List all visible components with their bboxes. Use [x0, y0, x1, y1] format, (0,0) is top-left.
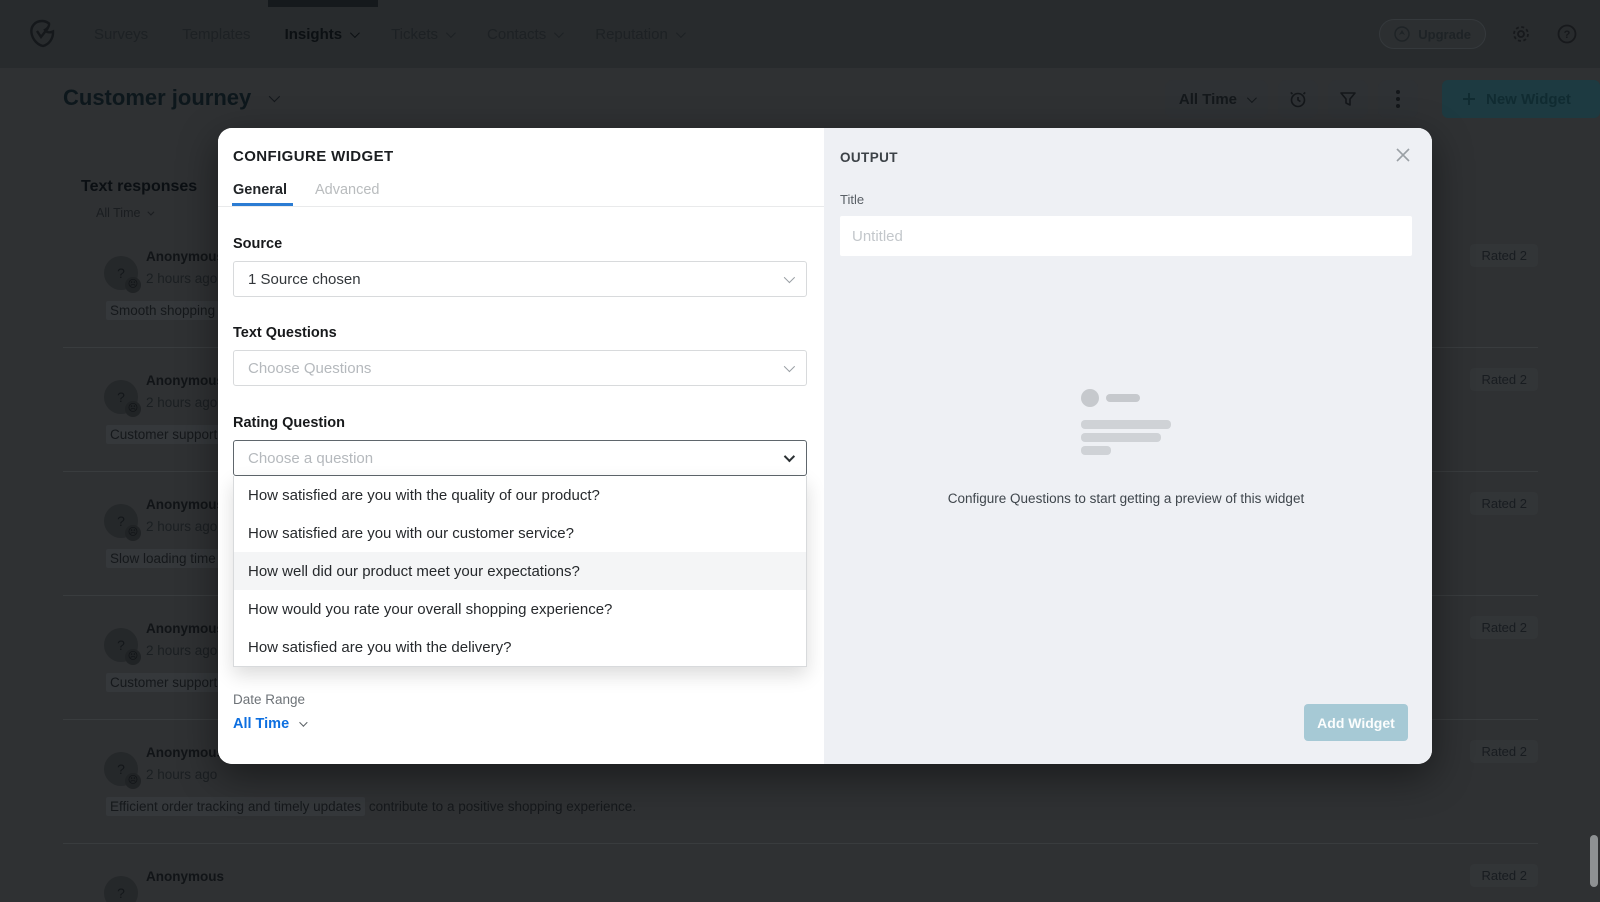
title-field-label: Title	[840, 192, 1412, 207]
sentiment-emoji-icon: ☹	[125, 773, 141, 789]
output-pane: OUTPUT Title Configure Questions to star…	[824, 128, 1432, 764]
avatar: ?	[104, 876, 138, 902]
response-text: Customer support	[106, 427, 221, 442]
schedule-button[interactable]	[1278, 80, 1318, 118]
svg-text:?: ?	[1564, 29, 1571, 41]
app-screen: Surveys Templates Insights Tickets Conta…	[0, 0, 1600, 902]
modal-tabs: General Advanced	[233, 182, 807, 206]
skeleton-bar	[1081, 433, 1161, 442]
rating-badge: Rated 2	[1470, 864, 1538, 887]
upgrade-button[interactable]: Upgrade	[1379, 19, 1486, 49]
rating-badge: Rated 2	[1470, 244, 1538, 267]
filter-button[interactable]	[1328, 80, 1368, 118]
settings-gear-icon[interactable]	[1510, 23, 1532, 45]
source-select[interactable]: 1 Source chosen	[233, 261, 807, 297]
panel-title: Text responses	[81, 178, 197, 196]
nav-right-controls: Upgrade ?	[1379, 0, 1578, 68]
output-title: OUTPUT	[840, 150, 1412, 165]
option-meet-expectations[interactable]: How well did our product meet your expec…	[234, 552, 806, 590]
nav-item-tickets[interactable]: Tickets	[391, 26, 453, 43]
tab-advanced[interactable]: Advanced	[315, 182, 380, 206]
source-label: Source	[233, 236, 807, 252]
chevron-down-icon	[784, 272, 795, 283]
option-delivery[interactable]: How satisfied are you with the delivery?	[234, 628, 806, 666]
chevron-down-icon	[784, 451, 795, 462]
chevron-down-icon	[299, 718, 307, 726]
row-divider	[63, 843, 1538, 844]
modal-title: CONFIGURE WIDGET	[233, 148, 807, 165]
page-title: Customer journey	[63, 85, 251, 111]
nav-menu: Surveys Templates Insights Tickets Conta…	[94, 0, 683, 68]
text-questions-label: Text Questions	[233, 325, 807, 341]
configure-widget-modal: CONFIGURE WIDGET General Advanced Source…	[218, 128, 1432, 764]
rating-badge: Rated 2	[1470, 616, 1538, 639]
nav-item-templates[interactable]: Templates	[182, 26, 250, 43]
plus-icon	[1462, 92, 1476, 106]
chevron-down-icon	[554, 28, 564, 38]
response-text: Customer support	[106, 675, 221, 690]
chevron-down-icon	[784, 361, 795, 372]
rating-question-options-list: How satisfied are you with the quality o…	[233, 476, 807, 667]
rating-badge: Rated 2	[1470, 368, 1538, 391]
alarm-clock-icon	[1288, 89, 1308, 109]
skeleton-bar	[1106, 394, 1140, 402]
skeleton-bar	[1081, 420, 1171, 429]
chevron-down-icon	[350, 28, 360, 38]
option-customer-service[interactable]: How satisfied are you with our customer …	[234, 514, 806, 552]
chevron-down-icon	[446, 28, 456, 38]
sentiment-emoji-icon: ☹	[125, 649, 141, 665]
rating-badge: Rated 2	[1470, 492, 1538, 515]
tabs-divider	[218, 206, 824, 207]
time-filter-dropdown[interactable]: All Time	[1165, 80, 1268, 118]
header-actions: All Time	[1165, 80, 1600, 118]
response-row: ? Anonymous Rated 2	[63, 864, 1538, 902]
widget-title-input[interactable]	[840, 216, 1412, 256]
response-text: Efficient order tracking and timely upda…	[106, 799, 636, 814]
sentiment-emoji-icon: ☹	[125, 525, 141, 541]
widget-preview-skeleton	[1081, 389, 1171, 455]
active-tab-underline	[232, 203, 293, 206]
response-text: Smooth shopping	[106, 303, 219, 318]
rating-badge: Rated 2	[1470, 740, 1538, 763]
option-quality-of-product[interactable]: How satisfied are you with the quality o…	[234, 476, 806, 514]
nav-item-reputation[interactable]: Reputation	[595, 26, 683, 43]
date-range-dropdown[interactable]: All Time	[233, 716, 807, 732]
date-range-label: Date Range	[233, 692, 807, 707]
rocket-icon	[1394, 26, 1410, 42]
more-options-button[interactable]	[1378, 80, 1418, 118]
nav-item-insights[interactable]: Insights	[285, 26, 358, 43]
skeleton-bar	[1081, 446, 1111, 455]
nav-item-surveys[interactable]: Surveys	[94, 26, 148, 43]
chevron-down-icon	[676, 28, 686, 38]
kebab-menu-icon	[1396, 90, 1400, 108]
option-shopping-experience[interactable]: How would you rate your overall shopping…	[234, 590, 806, 628]
add-widget-button[interactable]: Add Widget	[1304, 704, 1408, 741]
help-icon[interactable]: ?	[1556, 23, 1578, 45]
text-questions-select[interactable]: Choose Questions	[233, 350, 807, 386]
chevron-down-icon	[269, 91, 280, 102]
brand-logo[interactable]	[26, 18, 58, 50]
rating-question-label: Rating Question	[233, 415, 807, 431]
chevron-down-icon	[148, 208, 155, 215]
skeleton-avatar	[1081, 389, 1099, 407]
empty-preview-message: Configure Questions to start getting a p…	[840, 491, 1412, 506]
page-title-dropdown[interactable]: Customer journey	[63, 85, 277, 111]
sentiment-emoji-icon: ☹	[125, 401, 141, 417]
rating-question-select[interactable]: Choose a question	[233, 440, 807, 476]
page-header: Customer journey All Time	[0, 68, 1600, 134]
panel-time-filter[interactable]: All Time	[96, 206, 152, 220]
funnel-icon	[1339, 90, 1357, 108]
configure-pane: CONFIGURE WIDGET General Advanced Source…	[218, 128, 824, 764]
sentiment-emoji-icon: ☹	[125, 277, 141, 293]
chevron-down-icon	[1247, 93, 1257, 103]
nav-item-contacts[interactable]: Contacts	[487, 26, 561, 43]
close-icon[interactable]	[1394, 146, 1412, 164]
top-navigation-bar: Surveys Templates Insights Tickets Conta…	[0, 0, 1600, 68]
new-widget-button[interactable]: New Widget	[1442, 80, 1600, 118]
scrollbar-thumb[interactable]	[1590, 835, 1598, 887]
response-text: Slow loading time	[106, 551, 220, 566]
tab-general[interactable]: General	[233, 182, 287, 206]
